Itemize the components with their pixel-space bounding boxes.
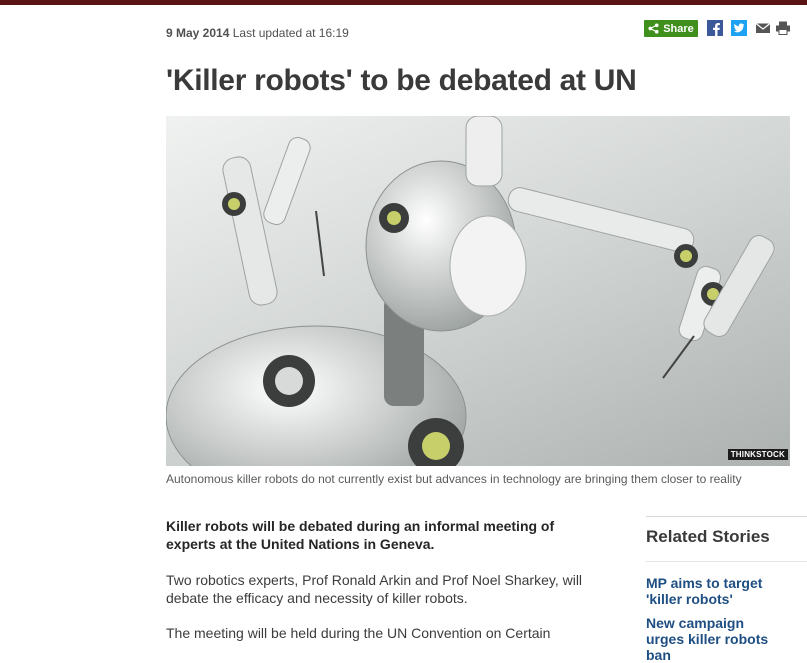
email-icon[interactable] <box>755 20 771 36</box>
share-icon <box>648 23 659 34</box>
print-icon[interactable] <box>775 20 791 36</box>
related-stories-title: Related Stories <box>646 527 770 546</box>
share-button[interactable]: Share <box>644 20 698 37</box>
image-credit: THINKSTOCK <box>727 449 788 460</box>
related-stories: Related Stories MP aims to target 'kille… <box>646 516 807 663</box>
publish-date: 9 May 2014 <box>166 26 230 40</box>
article-meta: 9 May 2014 Last updated at 16:19 <box>166 26 349 40</box>
top-color-bar <box>0 0 807 5</box>
article-paragraph: The meeting will be held during the UN C… <box>166 625 551 641</box>
last-updated: Last updated at 16:19 <box>232 26 349 40</box>
related-link[interactable]: New campaign urges killer robots ban <box>646 615 776 663</box>
twitter-icon[interactable] <box>731 20 747 36</box>
facebook-icon[interactable] <box>707 20 723 36</box>
share-label: Share <box>663 22 694 35</box>
article-headline: 'Killer robots' to be debated at UN <box>166 64 637 97</box>
robot-illustration <box>166 116 790 466</box>
article-image: THINKSTOCK <box>166 116 790 466</box>
article-intro: Killer robots will be debated during an … <box>166 518 555 552</box>
article-paragraph: Two robotics experts, Prof Ronald Arkin … <box>166 572 583 606</box>
related-link[interactable]: MP aims to target 'killer robots' <box>646 575 776 607</box>
divider <box>646 561 807 562</box>
image-caption: Autonomous killer robots do not currentl… <box>166 472 742 486</box>
